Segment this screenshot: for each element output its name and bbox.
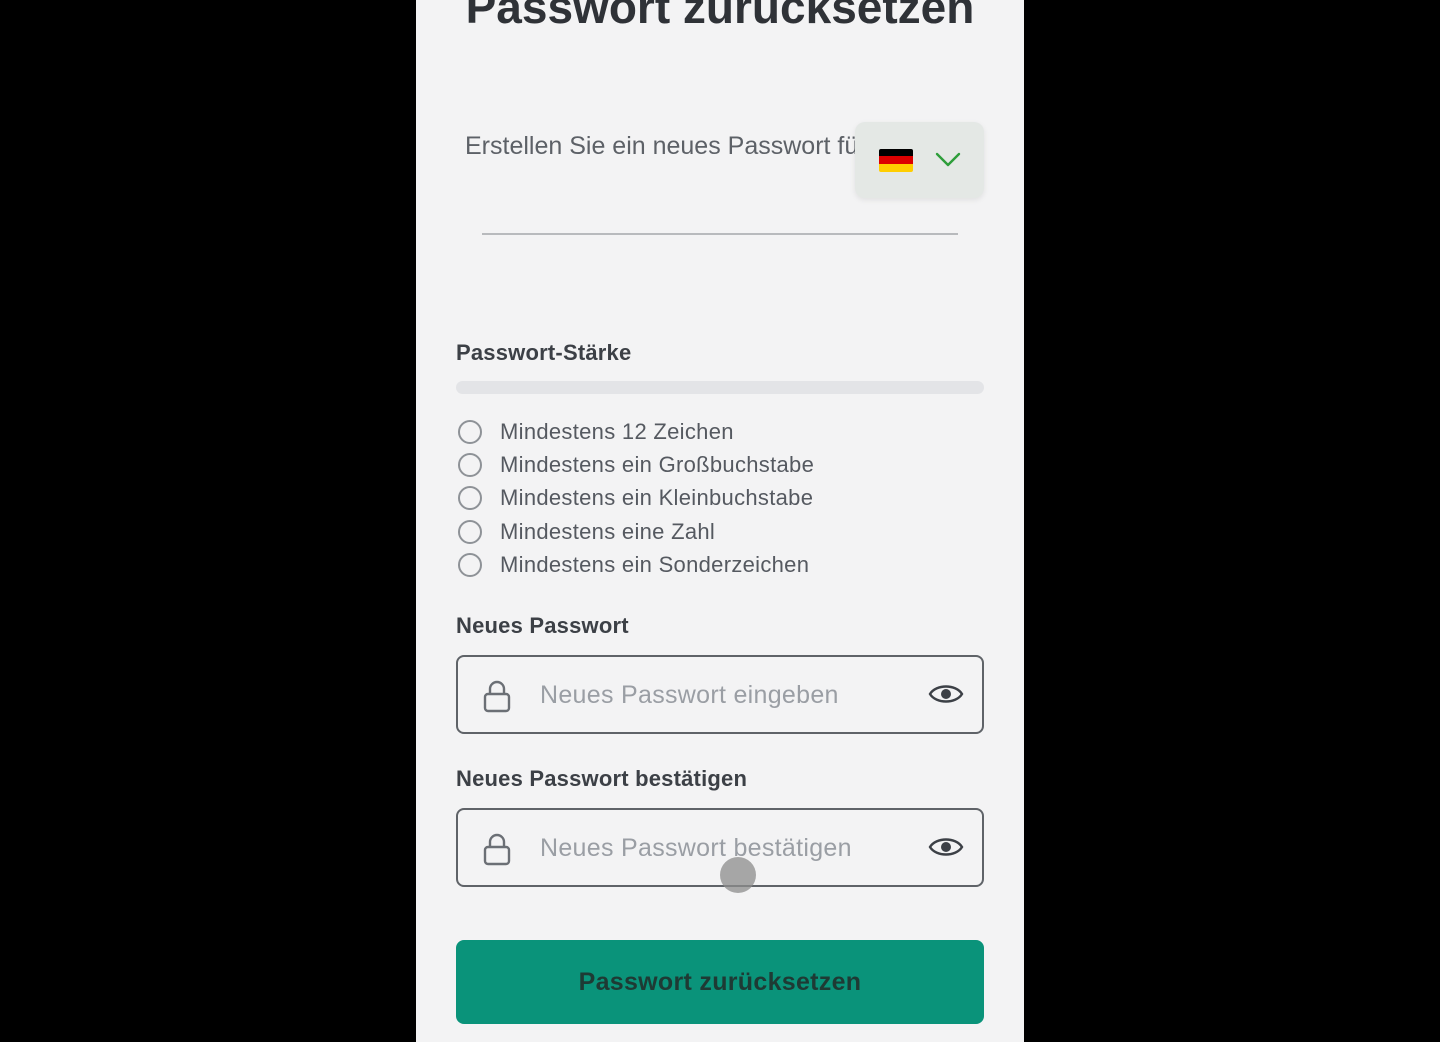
language-selector[interactable]	[855, 122, 984, 198]
requirement-label: Mindestens ein Großbuchstabe	[500, 451, 815, 477]
requirement-label: Mindestens 12 Zeichen	[500, 418, 734, 444]
eye-icon[interactable]	[928, 834, 964, 865]
requirement-item: Mindestens 12 Zeichen	[456, 415, 814, 448]
germany-flag-icon	[878, 148, 913, 172]
requirement-label: Mindestens ein Sonderzeichen	[500, 551, 810, 577]
strength-meter	[456, 381, 984, 394]
requirement-item: Mindestens ein Großbuchstabe	[456, 448, 814, 481]
unchecked-circle-icon	[458, 419, 482, 444]
unchecked-circle-icon	[458, 519, 482, 544]
unchecked-circle-icon	[458, 452, 482, 477]
chevron-down-icon	[935, 152, 961, 168]
requirement-label: Mindestens ein Kleinbuchstabe	[500, 485, 814, 511]
lock-icon	[483, 832, 511, 871]
unchecked-circle-icon	[458, 552, 482, 577]
new-password-label: Neues Passwort	[456, 613, 629, 638]
unchecked-circle-icon	[458, 486, 482, 511]
requirement-item: Mindestens ein Kleinbuchstabe	[456, 482, 814, 515]
touch-indicator	[720, 857, 756, 893]
new-password-field	[456, 655, 984, 734]
reset-password-button[interactable]: Passwort zurücksetzen	[456, 940, 984, 1024]
reset-password-screen: Passwort zurücksetzen Erstellen Sie ein …	[416, 0, 1024, 1042]
divider	[482, 233, 958, 235]
confirm-password-label: Neues Passwort bestätigen	[456, 766, 748, 791]
requirement-label: Mindestens eine Zahl	[500, 518, 716, 544]
lock-icon	[483, 679, 511, 718]
requirement-item: Mindestens ein Sonderzeichen	[456, 548, 814, 581]
strength-label: Passwort-Stärke	[456, 340, 632, 365]
eye-icon[interactable]	[928, 681, 964, 712]
new-password-input[interactable]	[538, 657, 902, 734]
requirements-list: Mindestens 12 Zeichen Mindestens ein Gro…	[456, 415, 814, 581]
page-title: Passwort zurücksetzen	[465, 0, 975, 33]
requirement-item: Mindestens eine Zahl	[456, 515, 814, 548]
